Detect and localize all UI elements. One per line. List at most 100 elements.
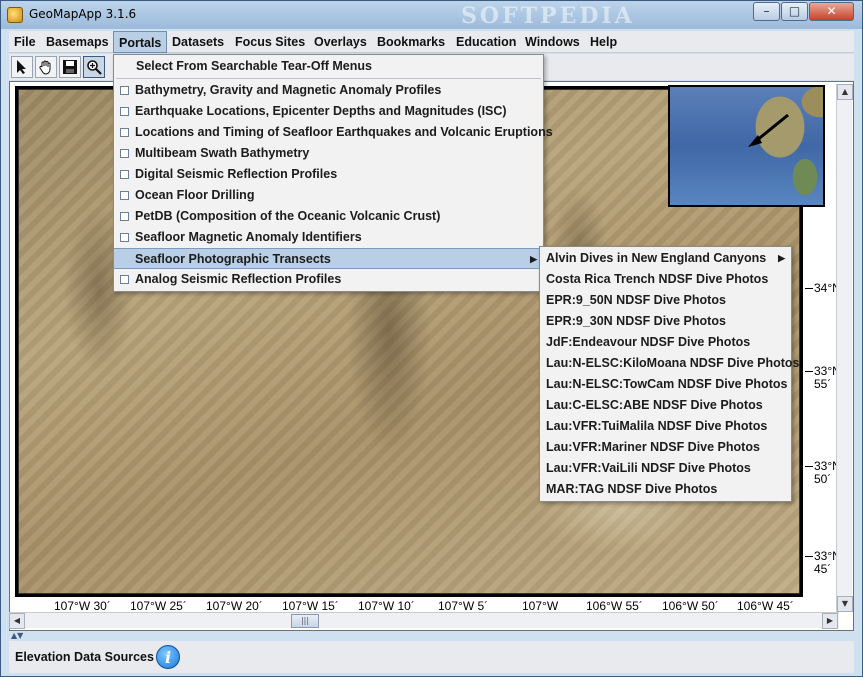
save-disk-icon	[63, 60, 77, 74]
submenu-item-mar-tag[interactable]: MAR:TAG NDSF Dive Photos	[540, 479, 791, 500]
submenu-item-label: Lau:VFR:Mariner NDSF Dive Photos	[546, 440, 760, 454]
horizontal-scrollbar[interactable]: ◀ ||| ▶	[9, 612, 839, 629]
menu-help[interactable]: Help	[585, 31, 622, 53]
submenu-item-lau-towcam[interactable]: Lau:N-ELSC:TowCam NDSF Dive Photos	[540, 374, 791, 395]
menu-item-bathymetry[interactable]: Bathymetry, Gravity and Magnetic Anomaly…	[114, 80, 543, 101]
pointer-icon	[17, 60, 26, 74]
menu-datasets[interactable]: Datasets	[167, 31, 229, 53]
menu-item-earthquake-isc[interactable]: Earthquake Locations, Epicenter Depths a…	[114, 101, 543, 122]
checkbox-icon[interactable]	[120, 170, 129, 179]
app-window: GeoMapApp 3.1.6 SOFTPEDIA – □ ✕ File Bas…	[0, 0, 863, 677]
window-title: GeoMapApp 3.1.6	[29, 7, 137, 21]
submenu-item-label: Lau:VFR:VaiLili NDSF Dive Photos	[546, 461, 751, 475]
submenu-item-label: EPR:9_30N NDSF Dive Photos	[546, 314, 726, 328]
submenu-item-epr-9-50n[interactable]: EPR:9_50N NDSF Dive Photos	[540, 290, 791, 311]
menu-item-label: PetDB (Composition of the Oceanic Volcan…	[135, 209, 441, 223]
menu-focus-sites[interactable]: Focus Sites	[230, 31, 310, 53]
submenu-item-lau-tuimalila[interactable]: Lau:VFR:TuiMalila NDSF Dive Photos	[540, 416, 791, 437]
checkbox-icon[interactable]	[120, 212, 129, 221]
scroll-left-arrow-icon[interactable]: ◀	[9, 613, 25, 629]
minimize-button[interactable]: –	[753, 2, 780, 21]
menu-item-photographic-transects[interactable]: Seafloor Photographic Transects ▶	[114, 248, 543, 269]
menu-separator	[116, 78, 541, 79]
menu-item-ocean-drilling[interactable]: Ocean Floor Drilling	[114, 185, 543, 206]
lon-label: 106°W 45´	[737, 599, 794, 613]
collapse-arrows-icon[interactable]: ▲▼	[11, 631, 23, 640]
scroll-down-arrow-icon[interactable]: ▼	[837, 596, 853, 612]
submenu-item-lau-kilomoana[interactable]: Lau:N-ELSC:KiloMoana NDSF Dive Photos	[540, 353, 799, 374]
lon-label: 106°W 50´	[662, 599, 719, 613]
status-bar: Elevation Data Sources i	[9, 641, 854, 673]
app-globe-icon	[7, 7, 23, 23]
lat-tick	[805, 371, 813, 372]
submenu-item-label: Lau:N-ELSC:TowCam NDSF Dive Photos	[546, 377, 788, 391]
scroll-right-arrow-icon[interactable]: ▶	[822, 613, 838, 629]
lon-label: 107°W 5´	[438, 599, 489, 613]
checkbox-icon[interactable]	[120, 128, 129, 137]
menu-item-petdb[interactable]: PetDB (Composition of the Oceanic Volcan…	[114, 206, 543, 227]
submenu-item-lau-vailili[interactable]: Lau:VFR:VaiLili NDSF Dive Photos	[540, 458, 791, 479]
watermark: SOFTPEDIA	[461, 3, 635, 29]
inset-locator-map[interactable]	[668, 85, 825, 207]
submenu-item-label: Lau:VFR:TuiMalila NDSF Dive Photos	[546, 419, 768, 433]
locator-arrow-icon	[748, 113, 789, 147]
submenu-item-epr-9-30n[interactable]: EPR:9_30N NDSF Dive Photos	[540, 311, 791, 332]
submenu-item-alvin-dives[interactable]: Alvin Dives in New England Canyons ▶	[540, 248, 791, 269]
pointer-tool-button[interactable]	[11, 56, 33, 78]
lon-label: 107°W 20´	[206, 599, 263, 613]
photographic-transects-submenu: Alvin Dives in New England Canyons ▶ Cost…	[539, 246, 799, 502]
menu-basemaps[interactable]: Basemaps	[41, 31, 114, 53]
info-icon[interactable]: i	[156, 645, 180, 669]
save-tool-button[interactable]	[59, 56, 81, 78]
hand-pan-icon	[39, 60, 51, 75]
menu-item-seafloor-earthquakes[interactable]: Locations and Timing of Seafloor Earthqu…	[114, 122, 553, 143]
submenu-item-lau-mariner[interactable]: Lau:VFR:Mariner NDSF Dive Photos	[540, 437, 791, 458]
checkbox-icon[interactable]	[120, 107, 129, 116]
menu-item-analog-seismic[interactable]: Analog Seismic Reflection Profiles	[114, 269, 543, 290]
menu-item-label: Locations and Timing of Seafloor Earthqu…	[135, 125, 553, 139]
close-button[interactable]: ✕	[809, 2, 854, 21]
scroll-up-arrow-icon[interactable]: ▲	[837, 84, 853, 100]
menu-education[interactable]: Education	[451, 31, 521, 53]
submenu-item-label: Lau:N-ELSC:KiloMoana NDSF Dive Photos	[546, 356, 800, 370]
menu-file[interactable]: File	[9, 31, 41, 53]
checkbox-icon[interactable]	[120, 233, 129, 242]
pan-tool-button[interactable]	[35, 56, 57, 78]
lat-tick	[805, 556, 813, 557]
submenu-item-jdf-endeavour[interactable]: JdF:Endeavour NDSF Dive Photos	[540, 332, 791, 353]
checkbox-icon[interactable]	[120, 86, 129, 95]
title-bar[interactable]: GeoMapApp 3.1.6 SOFTPEDIA – □ ✕	[1, 1, 862, 29]
lat-tick	[805, 288, 813, 289]
lon-label: 107°W 25´	[130, 599, 187, 613]
menu-item-magnetic-anomaly[interactable]: Seafloor Magnetic Anomaly Identifiers	[114, 227, 543, 248]
menu-item-label: Analog Seismic Reflection Profiles	[135, 272, 342, 286]
checkbox-icon[interactable]	[120, 275, 129, 284]
menu-windows[interactable]: Windows	[520, 31, 585, 53]
menu-bookmarks[interactable]: Bookmarks	[372, 31, 450, 53]
lon-label: 107°W 10´	[358, 599, 415, 613]
submenu-arrow-icon: ▶	[530, 254, 537, 264]
submenu-item-label: Alvin Dives in New England Canyons	[546, 251, 767, 265]
menu-overlays[interactable]: Overlays	[309, 31, 372, 53]
lon-label: 107°W	[522, 599, 559, 613]
maximize-button[interactable]: □	[781, 2, 808, 21]
lat-tick	[805, 466, 813, 467]
menu-item-tearoff-header[interactable]: Select From Searchable Tear-Off Menus	[136, 56, 543, 77]
checkbox-icon[interactable]	[120, 191, 129, 200]
elevation-data-sources-label: Elevation Data Sources	[15, 650, 154, 664]
checkbox-icon[interactable]	[120, 149, 129, 158]
submenu-item-label: EPR:9_50N NDSF Dive Photos	[546, 293, 726, 307]
submenu-item-lau-abe[interactable]: Lau:C-ELSC:ABE NDSF Dive Photos	[540, 395, 791, 416]
submenu-item-label: Costa Rica Trench NDSF Dive Photos	[546, 272, 769, 286]
horizontal-scroll-thumb[interactable]: |||	[291, 614, 319, 628]
menu-item-label: Earthquake Locations, Epicenter Depths a…	[135, 104, 507, 118]
menu-portals[interactable]: Portals	[113, 31, 168, 53]
zoom-tool-button[interactable]	[83, 56, 105, 78]
menu-item-multibeam[interactable]: Multibeam Swath Bathymetry	[114, 143, 543, 164]
menu-item-label: Bathymetry, Gravity and Magnetic Anomaly…	[135, 83, 442, 97]
zoom-in-icon	[87, 60, 102, 75]
menu-item-digital-seismic[interactable]: Digital Seismic Reflection Profiles	[114, 164, 543, 185]
vertical-scrollbar[interactable]: ▲ ▼	[836, 84, 853, 612]
submenu-item-costa-rica[interactable]: Costa Rica Trench NDSF Dive Photos	[540, 269, 791, 290]
submenu-item-label: JdF:Endeavour NDSF Dive Photos	[546, 335, 751, 349]
